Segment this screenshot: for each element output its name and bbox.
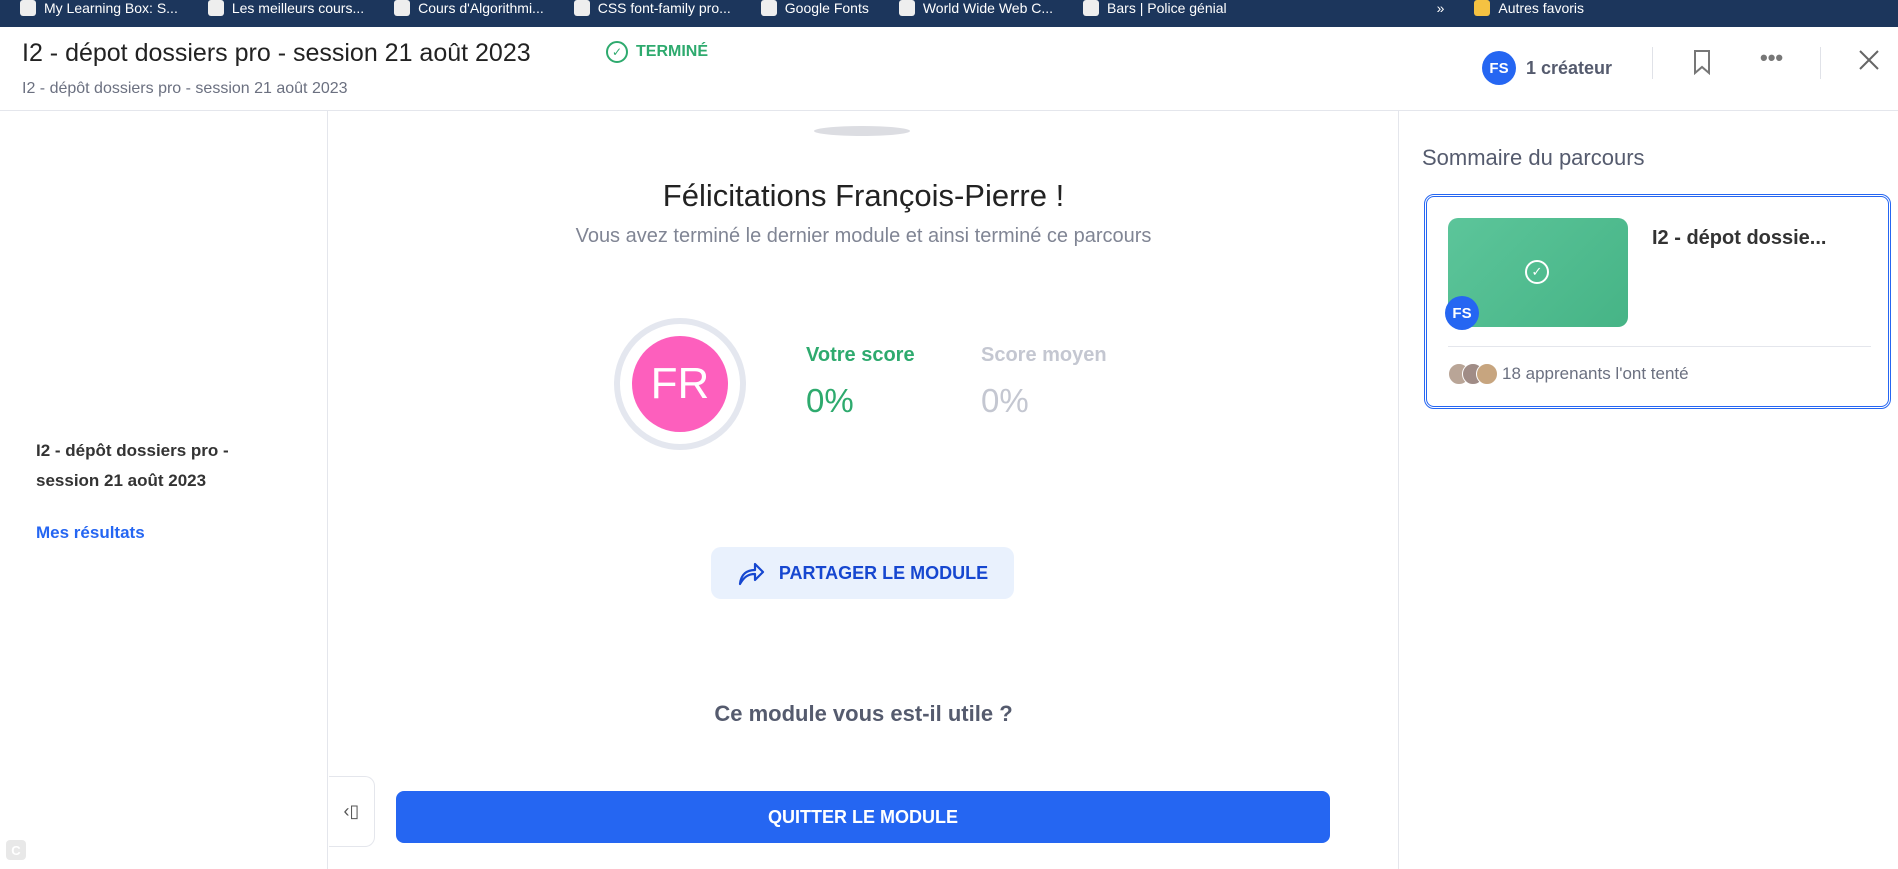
page-title: I2 - dépot dossiers pro - session 21 aoû… [22, 39, 531, 67]
bookmark[interactable]: Google Fonts [760, 0, 869, 16]
creator-button[interactable]: FS 1 créateur [1482, 51, 1612, 85]
bookmark-label: Bars | Police génial [1107, 0, 1227, 16]
bookmark-label: Autres favoris [1498, 0, 1585, 16]
check-circle-icon: ✓ [606, 41, 628, 63]
avatar: FR [632, 336, 728, 432]
bookmark-label: World Wide Web C... [922, 0, 1054, 16]
bookmark-label: Les meilleurs cours... [231, 0, 365, 16]
congratulations-subtitle: Vous avez terminé le dernier module et a… [575, 225, 1152, 247]
close-icon [1859, 50, 1879, 70]
bookmark[interactable]: CSS font-family pro... [573, 0, 731, 16]
module-header: I2 - dépot dossiers pro - session 21 aoû… [0, 27, 1898, 111]
share-module-button[interactable]: PARTAGER LE MODULE [711, 547, 1014, 599]
quit-module-button[interactable]: QUITTER LE MODULE [396, 791, 1330, 843]
folder-icon [1474, 0, 1491, 16]
bookmark-label: Cours d'Algorithmi... [418, 0, 544, 16]
close-button[interactable] [1858, 49, 1880, 76]
favicon-icon [1083, 0, 1100, 16]
bookmark[interactable]: Bars | Police génial [1083, 0, 1227, 16]
favicon-icon [20, 0, 36, 16]
feedback-question: Ce module vous est-il utile ? [714, 701, 1013, 726]
favicon-icon [760, 0, 777, 16]
learners-info: 18 apprenants l'ont tenté [1448, 363, 1689, 385]
divider [1820, 47, 1821, 79]
bookmark-label: My Learning Box: S... [44, 0, 178, 16]
breadcrumb: I2 - dépôt dossiers pro - session 21 aoû… [22, 80, 348, 97]
bookmark[interactable]: Les meilleurs cours... [207, 0, 365, 16]
bookmark[interactable]: World Wide Web C... [898, 0, 1054, 16]
bookmark-label: Google Fonts [784, 0, 869, 16]
status-badge: ✓ TERMINÉ [606, 41, 708, 63]
other-bookmarks[interactable]: Autres favoris [1474, 0, 1584, 16]
your-score-label: Votre score [806, 344, 915, 366]
app-logo-icon: C [6, 840, 26, 860]
share-icon [738, 562, 764, 586]
more-options-button[interactable]: ••• [1760, 45, 1783, 71]
favicon-icon [573, 0, 590, 16]
favicon-icon [394, 0, 411, 16]
more-bookmarks-button[interactable]: » [1437, 0, 1445, 16]
average-score-label: Score moyen [981, 344, 1107, 366]
congratulations-heading: Félicitations François-Pierre ! [662, 178, 1065, 213]
status-label: TERMINÉ [636, 43, 708, 60]
avatar: FS [1482, 51, 1516, 85]
favicon-icon [207, 0, 224, 16]
drag-handle [814, 126, 910, 136]
card-title: I2 - dépot dossie... [1652, 227, 1827, 249]
divider [1652, 47, 1653, 79]
check-circle-icon: ✓ [1525, 260, 1549, 284]
average-score-value: 0% [981, 382, 1029, 419]
bookmark[interactable]: Cours d'Algorithmi... [394, 0, 544, 16]
your-score-value: 0% [806, 382, 854, 419]
course-card[interactable]: ✓ FS I2 - dépot dossie... 18 apprenants … [1424, 194, 1891, 409]
favicon-icon [898, 0, 915, 16]
summary-title: Sommaire du parcours [1422, 145, 1645, 170]
learners-count: 18 apprenants l'ont tenté [1502, 364, 1689, 383]
bookmarks-bar: My Learning Box: S... Les meilleurs cour… [0, 0, 1898, 27]
bookmark-button[interactable] [1692, 49, 1712, 80]
avatar: FS [1445, 296, 1479, 330]
divider [1448, 346, 1871, 347]
collapse-sidebar-button[interactable]: ‹▯ [329, 776, 375, 847]
collapse-panel-icon: ‹▯ [343, 801, 360, 821]
avatar [1476, 363, 1498, 385]
bookmark-icon [1694, 50, 1710, 76]
creator-label: 1 créateur [1526, 57, 1613, 78]
sidebar-course-title: I2 - dépôt dossiers pro - session 21 aoû… [36, 441, 229, 490]
bookmark[interactable]: My Learning Box: S... [20, 0, 178, 16]
left-sidebar: I2 - dépôt dossiers pro - session 21 aoû… [0, 111, 328, 869]
bookmark-label: CSS font-family pro... [597, 0, 731, 16]
share-label: PARTAGER LE MODULE [778, 562, 989, 583]
my-results-link[interactable]: Mes résultats [36, 523, 145, 543]
